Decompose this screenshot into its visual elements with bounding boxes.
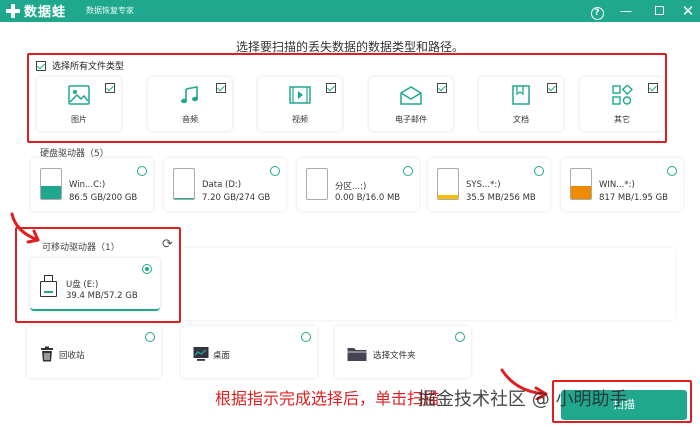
drive-size: 86.5 GB/200 GB (69, 193, 138, 203)
file-type-label: 图片 (71, 115, 87, 124)
disk-icon (40, 168, 62, 200)
other-icon (612, 85, 633, 105)
location-choose-folder[interactable]: 选择文件夹 (335, 326, 471, 378)
music-icon (181, 86, 198, 104)
watermark-text: 掘金技术社区 @ 小明助手 (418, 389, 628, 410)
file-type-label: 音频 (182, 115, 198, 124)
maximize-icon[interactable] (650, 2, 668, 20)
annotation-hint-text: 根据指示完成选择后，单击扫描 (215, 389, 440, 408)
other-checkbox[interactable] (648, 83, 658, 93)
drive-radio[interactable] (667, 166, 677, 176)
usb-icon (40, 275, 57, 297)
location-recycle-bin[interactable]: 回收站 (27, 326, 161, 378)
drive-size: 7.20 GB/274 GB (202, 193, 271, 203)
annotation-arrow-icon (10, 212, 40, 244)
close-icon[interactable]: ✕ (679, 2, 697, 20)
select-all-checkbox[interactable] (36, 60, 46, 71)
location-label: 桌面 (213, 351, 231, 361)
cross-logo-icon (4, 2, 22, 20)
recycle-bin-icon (41, 346, 53, 362)
removable-drives-label: 可移动驱动器（1） (42, 243, 120, 253)
image-checkbox[interactable] (105, 83, 115, 93)
location-label: 回收站 (59, 351, 85, 361)
drive-name: SYS...*:) (466, 180, 501, 190)
video-icon (289, 86, 311, 104)
file-type-label: 视频 (292, 115, 308, 124)
email-checkbox[interactable] (437, 83, 447, 93)
drive-card[interactable]: Win...C:) 86.5 GB/200 GB (31, 158, 153, 211)
image-icon (68, 85, 90, 105)
refresh-icon[interactable]: ⟳ (162, 238, 175, 251)
location-radio[interactable] (145, 332, 155, 342)
audio-checkbox[interactable] (216, 83, 226, 93)
drive-name: Data (D:) (202, 180, 242, 190)
file-type-document[interactable]: 文档 (479, 77, 563, 131)
drive-card[interactable]: SYS...*:) 35.5 MB/256 MB (428, 158, 550, 211)
file-type-label: 其它 (614, 115, 630, 124)
document-checkbox[interactable] (547, 83, 557, 93)
video-checkbox[interactable] (326, 83, 336, 93)
drive-radio[interactable] (137, 166, 147, 176)
usb-drive-radio[interactable] (142, 264, 152, 274)
location-radio[interactable] (455, 332, 465, 342)
drive-card[interactable]: WIN...*:) 817 MB/1.95 GB (561, 158, 683, 211)
drive-card[interactable]: 分区...:) 0.00 B/16.0 MB (297, 158, 419, 211)
document-icon (512, 85, 530, 105)
help-icon[interactable]: ? (588, 2, 606, 20)
drive-card[interactable]: Data (D:) 7.20 GB/274 GB (164, 158, 286, 211)
drive-name: U盘 (E:) (66, 280, 99, 290)
file-type-label: 电子邮件 (395, 115, 427, 124)
file-type-audio[interactable]: 音频 (148, 77, 232, 131)
folder-icon (347, 348, 367, 361)
file-type-label: 文档 (513, 115, 529, 124)
drive-name: 分区...:) (335, 182, 367, 192)
app-logo: 数据蛙 (4, 1, 66, 20)
location-label: 选择文件夹 (373, 351, 416, 361)
minimize-icon[interactable]: — (617, 2, 635, 20)
app-name: 数据蛙 (24, 5, 67, 20)
file-type-image[interactable]: 图片 (37, 77, 121, 131)
drive-name: WIN...*:) (599, 180, 635, 190)
title-bar: 数据蛙 数据恢复专家 ? — ✕ (0, 0, 700, 22)
location-radio[interactable] (301, 332, 311, 342)
app-subtitle: 数据恢复专家 (86, 6, 134, 15)
select-all-file-types[interactable]: 选择所有文件类型 (36, 59, 124, 72)
drive-size: 35.5 MB/256 MB (466, 193, 536, 203)
drive-size: 0.00 B/16.0 MB (335, 193, 401, 203)
disk-icon (570, 168, 592, 200)
drive-radio[interactable] (534, 166, 544, 176)
desktop-icon (193, 347, 209, 361)
email-icon (400, 86, 422, 105)
drive-radio[interactable] (270, 166, 280, 176)
drive-name: Win...C:) (69, 180, 106, 190)
file-type-email[interactable]: 电子邮件 (369, 77, 453, 131)
file-type-video[interactable]: 视频 (258, 77, 342, 131)
disk-icon (437, 168, 459, 200)
location-desktop[interactable]: 桌面 (181, 326, 317, 378)
drive-size: 39.4 MB/57.2 GB (66, 291, 138, 301)
removable-drives-panel (180, 248, 675, 320)
disk-icon (306, 168, 328, 200)
disk-icon (173, 168, 195, 200)
usb-drive-card[interactable]: U盘 (E:) 39.4 MB/57.2 GB (30, 258, 160, 311)
drive-radio[interactable] (403, 166, 413, 176)
drive-size: 817 MB/1.95 GB (599, 193, 669, 203)
file-type-other[interactable]: 其它 (580, 77, 664, 131)
select-all-label: 选择所有文件类型 (52, 62, 125, 72)
